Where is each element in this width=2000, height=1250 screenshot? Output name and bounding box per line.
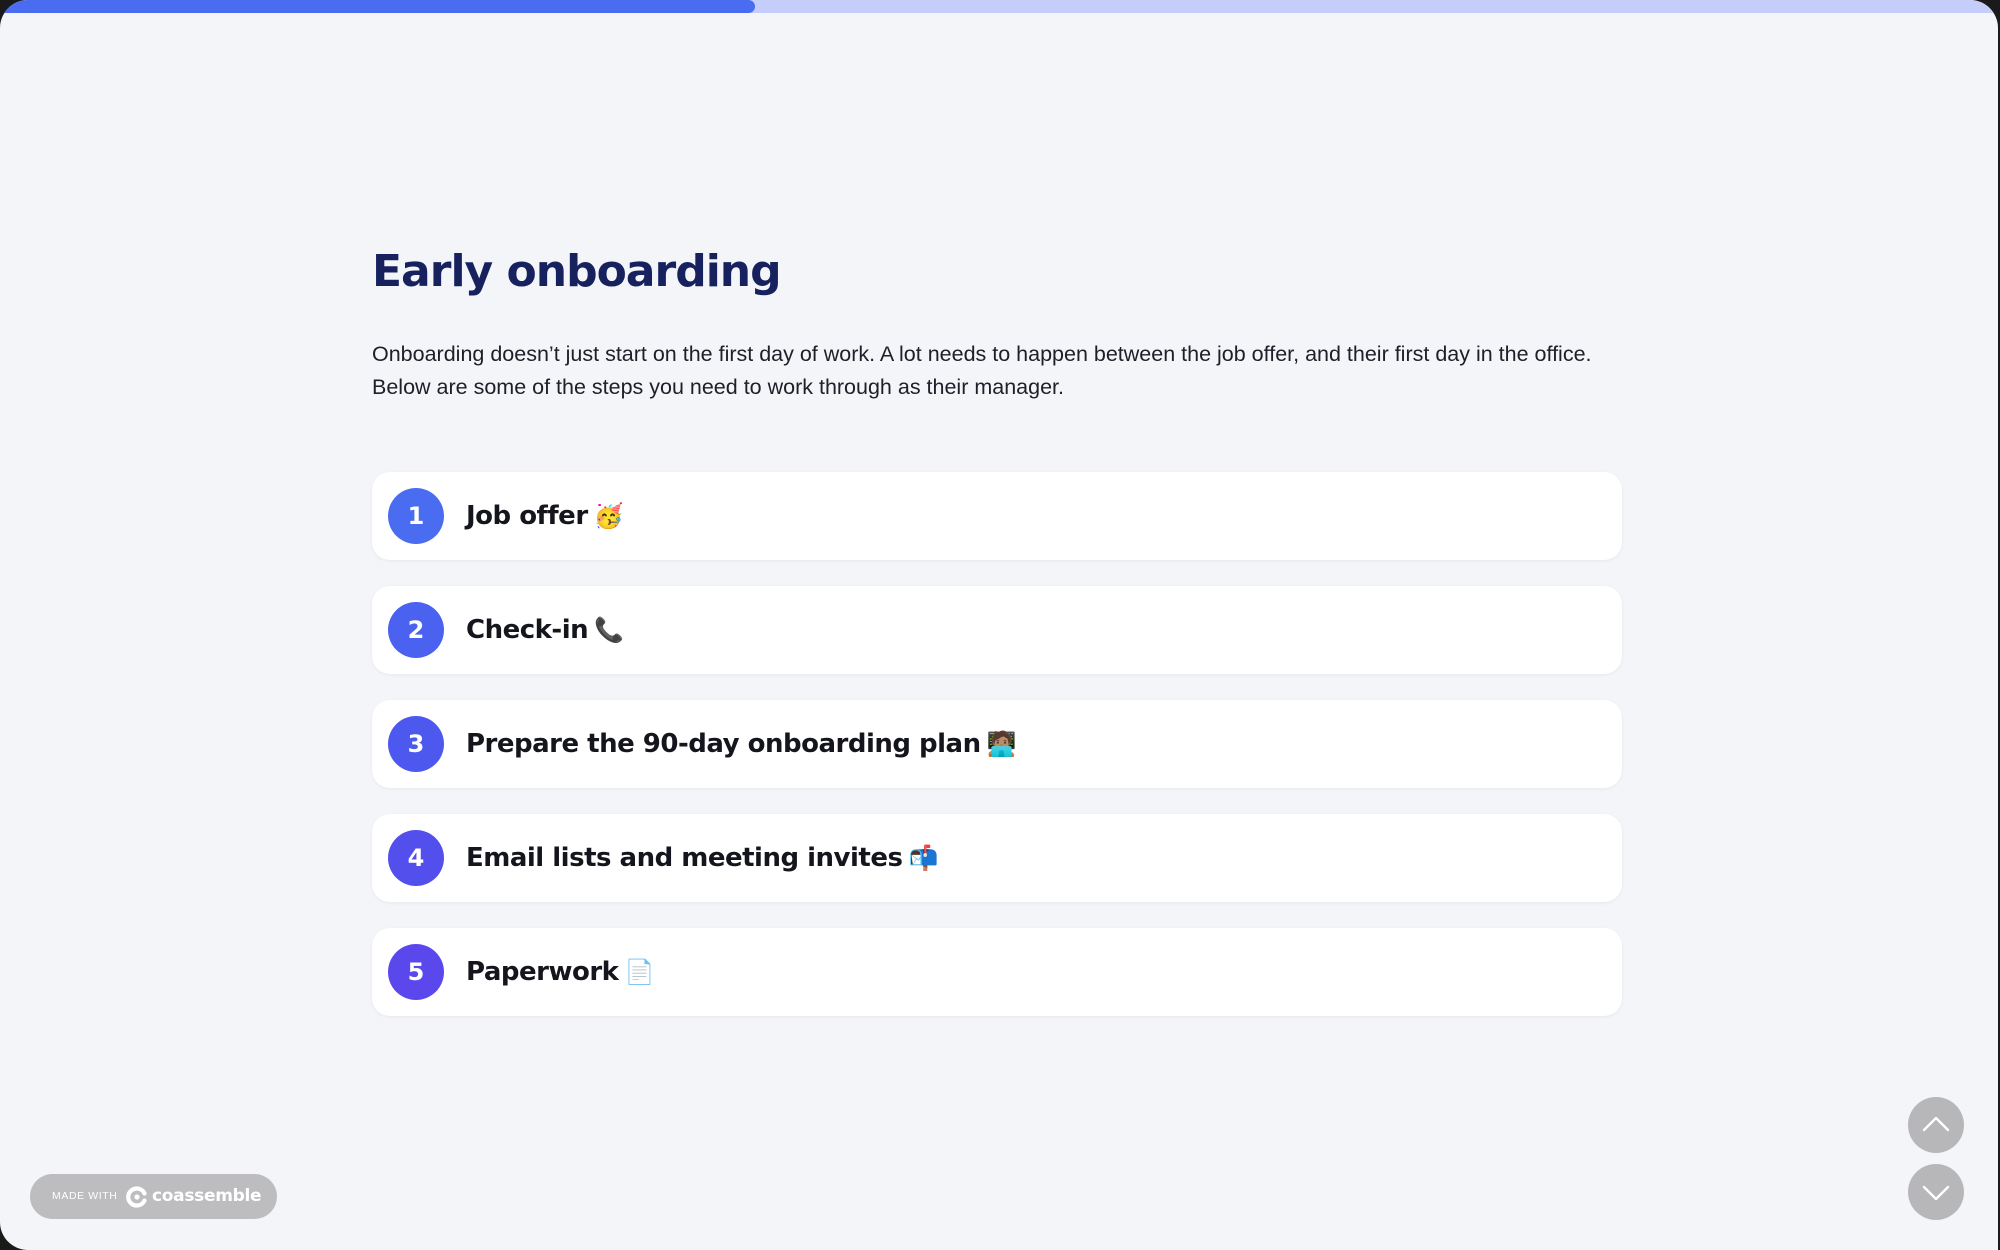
step-item-1[interactable]: 1 Job offer 🥳: [372, 472, 1622, 560]
step-number-badge: 3: [388, 716, 444, 772]
progress-bar: [0, 0, 1998, 13]
step-label: Email lists and meeting invites: [466, 843, 903, 873]
technologist-icon: 🧑🏽‍💻: [986, 730, 1017, 758]
step-label: Paperwork: [466, 957, 619, 987]
chevron-down-icon: [1922, 1185, 1950, 1201]
next-section-button[interactable]: [1908, 1164, 1964, 1220]
made-with-label: MADE WITH: [52, 1190, 118, 1202]
step-title: Email lists and meeting invites 📬: [466, 814, 938, 902]
step-item-5[interactable]: 5 Paperwork 📄: [372, 928, 1622, 1016]
document-icon: 📄: [624, 958, 654, 986]
lesson-content: Early onboarding Onboarding doesn’t just…: [372, 240, 1622, 1016]
slide-frame: Early onboarding Onboarding doesn’t just…: [0, 0, 1998, 1250]
previous-section-button[interactable]: [1908, 1097, 1964, 1153]
step-number-badge: 4: [388, 830, 444, 886]
progress-bar-fill: [0, 0, 756, 13]
intro-paragraph: Onboarding doesn’t just start on the fir…: [372, 338, 1622, 404]
step-number-badge: 1: [388, 488, 444, 544]
step-title: Prepare the 90-day onboarding plan 🧑🏽‍💻: [466, 700, 1017, 788]
page-title: Early onboarding: [372, 246, 782, 297]
step-number-badge: 5: [388, 944, 444, 1000]
step-title: Job offer 🥳: [466, 472, 624, 560]
mailbox-icon: 📬: [908, 844, 938, 872]
step-label: Check-in: [466, 615, 589, 645]
step-item-3[interactable]: 3 Prepare the 90-day onboarding plan 🧑🏽‍💻: [372, 700, 1622, 788]
intro-line-2: Below are some of the steps you need to …: [372, 375, 1064, 399]
step-title: Paperwork 📄: [466, 928, 654, 1016]
step-item-4[interactable]: 4 Email lists and meeting invites 📬: [372, 814, 1622, 902]
partying-face-icon: 🥳: [593, 502, 624, 530]
steps-list: 1 Job offer 🥳 2 Check-in 📞 3 Prepare the 9…: [372, 472, 1622, 1042]
brand-name: coassemble: [152, 1186, 262, 1206]
intro-line-1: Onboarding doesn’t just start on the fir…: [372, 342, 1592, 366]
step-label: Job offer: [466, 501, 588, 531]
coassemble-logo-icon: [126, 1186, 147, 1208]
step-label: Prepare the 90-day onboarding plan: [466, 729, 981, 759]
step-number-badge: 2: [388, 602, 444, 658]
made-with-coassemble-badge[interactable]: MADE WITH coassemble: [30, 1174, 277, 1219]
telephone-icon: 📞: [594, 616, 624, 644]
step-title: Check-in 📞: [466, 586, 624, 674]
step-item-2[interactable]: 2 Check-in 📞: [372, 586, 1622, 674]
chevron-up-icon: [1922, 1116, 1950, 1132]
